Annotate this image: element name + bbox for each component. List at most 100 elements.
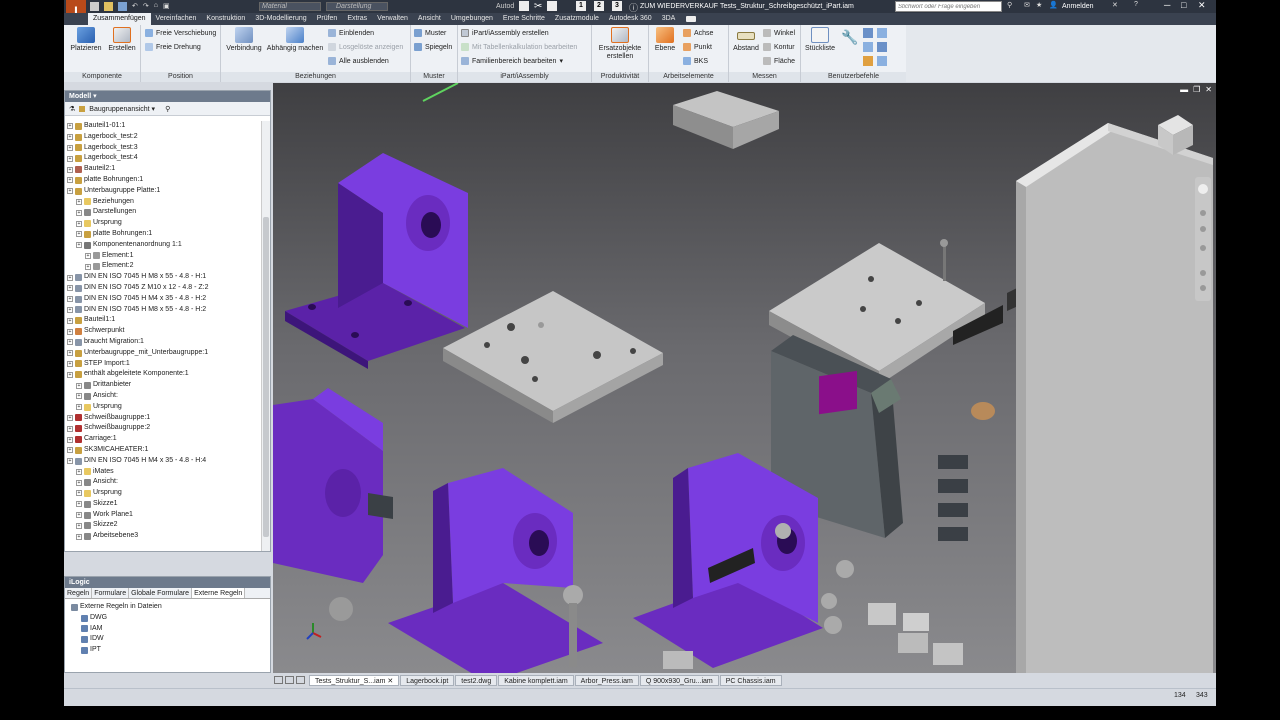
- custom-cmd-6-icon[interactable]: [877, 56, 887, 66]
- erstellen-button[interactable]: Erstellen: [106, 27, 138, 53]
- plate-top[interactable]: [673, 91, 779, 149]
- flaeche-button[interactable]: Fläche: [763, 56, 795, 66]
- beziehungen-panel-label[interactable]: Beziehungen: [221, 72, 410, 82]
- tree-node[interactable]: + Element:1: [67, 251, 260, 262]
- help-icon[interactable]: ?: [1134, 1, 1138, 8]
- tab-formulare[interactable]: Formulare: [92, 588, 130, 598]
- view-dropdown[interactable]: Baugruppenansicht ▾: [89, 105, 155, 113]
- browser-scrollbar[interactable]: [261, 121, 270, 551]
- bracket-purple-1[interactable]: [285, 153, 468, 369]
- tab-3d-modellierung[interactable]: 3D-Modellierung: [250, 13, 311, 25]
- close-icon[interactable]: ✕: [1198, 0, 1206, 11]
- winkel-button[interactable]: Winkel: [763, 28, 795, 38]
- button-2[interactable]: 2: [594, 1, 604, 11]
- maximize-icon[interactable]: □: [1181, 0, 1186, 10]
- tree-node[interactable]: + STEP Import:1: [67, 359, 260, 370]
- tree-node[interactable]: + Beziehungen: [67, 197, 260, 208]
- doc-tab[interactable]: Lagerbock.ipt: [400, 674, 455, 686]
- filter-icon[interactable]: ⚗: [69, 105, 75, 113]
- ersatz-button[interactable]: Ersatzobjekte erstellen: [595, 27, 645, 61]
- pin[interactable]: [943, 241, 946, 281]
- tab-verwalten[interactable]: Verwalten: [372, 13, 413, 25]
- tree-node[interactable]: + Skizze2: [67, 520, 260, 531]
- undo-icon[interactable]: ↶: [132, 2, 138, 11]
- tab-ansicht[interactable]: Ansicht: [413, 13, 446, 25]
- tree-node[interactable]: + Ursprung: [67, 218, 260, 229]
- tab-pruefen[interactable]: Prüfen: [312, 13, 343, 25]
- abhaengig-button[interactable]: Abhängig machen: [265, 27, 325, 53]
- tree-node[interactable]: + Element:2: [67, 261, 260, 272]
- expand-icon[interactable]: +: [76, 533, 82, 540]
- expand-icon[interactable]: +: [76, 522, 82, 529]
- select-icon[interactable]: ▣: [163, 2, 170, 11]
- expand-icon[interactable]: +: [67, 134, 73, 141]
- new-icon[interactable]: [90, 2, 99, 11]
- freie-verschiebung-button[interactable]: Freie Verschiebung: [145, 28, 216, 38]
- tree-node[interactable]: + Lagerbock_test:2: [67, 132, 260, 143]
- expand-icon[interactable]: +: [76, 231, 82, 238]
- tree-node[interactable]: + Komponentenanordnung 1:1: [67, 240, 260, 251]
- ilogic-item[interactable]: IAM: [71, 624, 270, 635]
- tree-node[interactable]: + Bauteil2:1: [67, 164, 260, 175]
- tab-konstruktion[interactable]: Konstruktion: [201, 13, 250, 25]
- tree-node[interactable]: + DIN EN ISO 7045 H M8 x 55 - 4.8 - H:1: [67, 272, 260, 283]
- tree-node[interactable]: + Ursprung: [67, 402, 260, 413]
- darstellung-dropdown[interactable]: Darstellung: [326, 2, 388, 11]
- communication-icon[interactable]: ✉: [1024, 1, 1030, 9]
- position-panel-label[interactable]: Position: [141, 72, 220, 82]
- plate-middle[interactable]: [443, 291, 663, 423]
- expand-icon[interactable]: +: [85, 263, 91, 270]
- expand-icon[interactable]: +: [67, 285, 73, 292]
- bracket-purple-4[interactable]: [633, 453, 823, 668]
- expand-icon[interactable]: +: [67, 447, 73, 454]
- tree-node[interactable]: + Carriage:1: [67, 434, 260, 445]
- tree-node[interactable]: + Ursprung: [67, 488, 260, 499]
- tree-node[interactable]: + Unterbaugruppe Platte:1: [67, 186, 260, 197]
- stueckliste-button[interactable]: Stückliste: [803, 27, 837, 53]
- tab-externe-regeln[interactable]: Externe Regeln: [192, 588, 246, 598]
- save-icon[interactable]: [118, 2, 127, 11]
- tree-node[interactable]: + Bauteil1:1: [67, 315, 260, 326]
- tree-node[interactable]: + platte Bohrungen:1: [67, 175, 260, 186]
- tab-umgebungen[interactable]: Umgebungen: [446, 13, 498, 25]
- tree-node[interactable]: + Darstellungen: [67, 207, 260, 218]
- tree-node[interactable]: + braucht Migration:1: [67, 337, 260, 348]
- redo-icon[interactable]: ↷: [143, 2, 149, 11]
- exchange-icon[interactable]: ✕: [1112, 1, 1118, 9]
- graphics-viewport[interactable]: ▬ ❐ ✕: [273, 82, 1216, 683]
- expand-icon[interactable]: +: [67, 360, 73, 367]
- tree-node[interactable]: + Work Plane1: [67, 510, 260, 521]
- navigation-bar[interactable]: [1195, 177, 1211, 301]
- doc-tab[interactable]: test2.dwg: [455, 674, 498, 686]
- expand-icon[interactable]: +: [76, 512, 82, 519]
- find-icon[interactable]: ⚲: [165, 105, 170, 113]
- close-tab-icon[interactable]: ✕: [387, 678, 393, 685]
- expand-icon[interactable]: +: [67, 155, 73, 162]
- bracket-purple-2[interactable]: [273, 388, 393, 583]
- tree-node[interactable]: + Skizze1: [67, 499, 260, 510]
- expand-icon[interactable]: +: [67, 144, 73, 151]
- alle-ausblenden-button[interactable]: Alle ausblenden: [328, 56, 389, 66]
- expand-icon[interactable]: +: [67, 328, 73, 335]
- user-icon[interactable]: 👤: [1049, 1, 1058, 9]
- freie-drehung-button[interactable]: Freie Drehung: [145, 42, 201, 52]
- tree-node[interactable]: + Schwerpunkt: [67, 326, 260, 337]
- tab-autodesk-360[interactable]: Autodesk 360: [604, 13, 657, 25]
- tree-node[interactable]: + Schweißbaugruppe:1: [67, 413, 260, 424]
- tree-node[interactable]: + Unterbaugruppe_mit_Unterbaugruppe:1: [67, 348, 260, 359]
- scissors-icon[interactable]: ✂: [534, 1, 542, 12]
- expand-icon[interactable]: +: [76, 479, 82, 486]
- tree-node[interactable]: + Arbeitsebene3: [67, 531, 260, 542]
- viewport-close-icon[interactable]: ✕: [1205, 85, 1212, 94]
- custom-cmd-5-icon[interactable]: [863, 56, 873, 66]
- expand-icon[interactable]: +: [67, 274, 73, 281]
- doc-tab[interactable]: Arbor_Press.iam: [574, 674, 639, 686]
- tab-zusammenfuegen[interactable]: Zusammenfügen: [88, 13, 151, 25]
- custom-cmd-2-icon[interactable]: [877, 28, 887, 38]
- video-icon[interactable]: [686, 16, 697, 22]
- tab-extras[interactable]: Extras: [342, 13, 372, 25]
- wrench-icon[interactable]: 🔧: [841, 29, 858, 46]
- ilogic-root[interactable]: Externe Regeln in Dateien: [71, 602, 270, 613]
- tree-node[interactable]: + DIN EN ISO 7045 Z M10 x 12 - 4.8 - Z:2: [67, 283, 260, 294]
- viewport-minimize-icon[interactable]: ▬: [1180, 85, 1188, 94]
